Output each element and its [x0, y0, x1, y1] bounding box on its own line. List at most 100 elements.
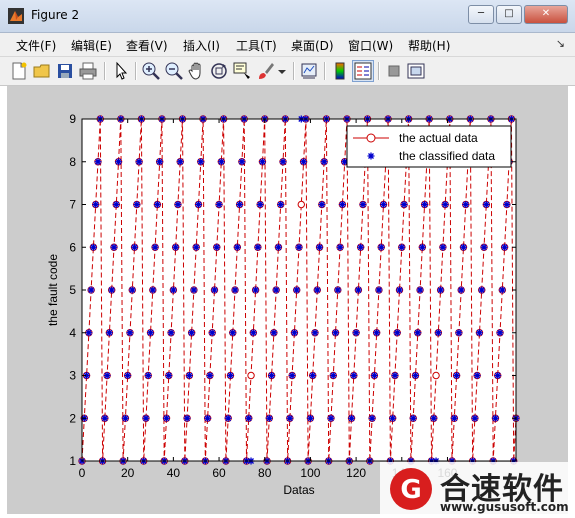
point-classified	[373, 329, 381, 337]
point-classified	[475, 329, 483, 337]
point-classified	[286, 414, 294, 422]
point-classified	[478, 286, 486, 294]
point-classified	[398, 243, 406, 251]
menu-desktop[interactable]: 桌面(D)	[291, 37, 334, 54]
point-classified	[192, 243, 200, 251]
matlab-icon	[8, 8, 24, 24]
point-classified	[457, 286, 465, 294]
point-classified	[183, 414, 191, 422]
point-classified	[105, 329, 113, 337]
point-classified	[336, 243, 344, 251]
point-classified	[450, 414, 458, 422]
save-icon[interactable]	[55, 61, 75, 81]
legend-icon[interactable]	[352, 60, 374, 82]
point-classified	[217, 158, 225, 166]
point-classified	[368, 414, 376, 422]
point-classified	[94, 158, 102, 166]
point-classified	[249, 329, 257, 337]
point-classified	[453, 372, 461, 379]
toolbar-separator	[135, 62, 137, 80]
show-plot-tools-icon[interactable]	[406, 61, 426, 81]
toolbar-separator	[293, 62, 295, 80]
maximize-button[interactable]: □	[496, 5, 522, 24]
point-classified	[293, 286, 301, 294]
rotate-3d-icon[interactable]	[209, 61, 229, 81]
point-classified	[135, 158, 143, 166]
point-classified	[377, 243, 385, 251]
zoom-in-icon[interactable]	[141, 61, 161, 81]
menu-file[interactable]: 文件(F)	[16, 37, 56, 54]
point-classified	[393, 329, 401, 337]
new-figure-icon[interactable]	[9, 61, 29, 81]
point-classified	[309, 372, 317, 379]
minimize-button[interactable]: ─	[468, 5, 494, 24]
point-classified	[480, 243, 488, 251]
x-axis-label: Datas	[283, 483, 314, 497]
menu-insert[interactable]: 插入(I)	[183, 37, 220, 54]
point-classified	[503, 201, 511, 208]
menu-window[interactable]: 窗口(W)	[348, 37, 393, 54]
point-classified	[357, 243, 365, 251]
figure-canvas: 020406080100120140160123456789Datasthe f…	[7, 86, 568, 514]
point-classified	[185, 372, 193, 379]
point-classified	[229, 329, 237, 337]
data-cursor-icon[interactable]	[232, 61, 252, 81]
point-classified	[197, 158, 205, 166]
point-classified	[430, 414, 438, 422]
menu-tools[interactable]: 工具(T)	[236, 37, 277, 54]
point-classified	[108, 286, 116, 294]
point-classified	[115, 158, 123, 166]
print-icon[interactable]	[78, 61, 98, 81]
point-classified	[348, 414, 356, 422]
point-classified	[210, 286, 218, 294]
point-classified	[306, 414, 314, 422]
point-classified	[204, 414, 212, 422]
pointer-icon[interactable]	[111, 61, 131, 81]
point-classified	[359, 201, 367, 208]
toolbar-separator	[324, 62, 326, 80]
y-axis-label: the fault code	[46, 254, 60, 326]
point-classified	[354, 286, 362, 294]
brush-dropdown-icon[interactable]	[278, 68, 286, 76]
undock-icon[interactable]: ↘	[556, 37, 565, 50]
point-classified	[224, 414, 232, 422]
hide-plot-tools-icon[interactable]	[384, 61, 404, 81]
x-tick-label: 20	[121, 466, 135, 480]
point-classified	[265, 414, 273, 422]
y-tick-label: 1	[69, 454, 76, 468]
pan-hand-icon[interactable]	[187, 61, 207, 81]
zoom-out-icon[interactable]	[164, 61, 184, 81]
point-classified	[226, 372, 234, 379]
link-plot-icon[interactable]	[299, 61, 319, 81]
brush-icon[interactable]	[256, 61, 276, 81]
point-classified	[245, 414, 253, 422]
point-classified	[295, 243, 303, 251]
point-classified	[163, 414, 171, 422]
point-classified	[288, 372, 296, 379]
point-classified	[482, 201, 490, 208]
menu-help[interactable]: 帮助(H)	[408, 37, 450, 54]
point-classified	[103, 372, 111, 379]
point-classified	[375, 286, 383, 294]
point-classified	[316, 243, 324, 251]
point-classified	[411, 372, 419, 379]
point-classified	[290, 329, 298, 337]
watermark: G 合速软件 www.gususoft.com	[380, 462, 575, 516]
point-classified	[252, 286, 260, 294]
menu-view[interactable]: 查看(V)	[126, 37, 168, 54]
point-classified	[400, 201, 408, 208]
open-folder-icon[interactable]	[32, 61, 52, 81]
menu-edit[interactable]: 编辑(E)	[71, 37, 112, 54]
point-classified	[190, 286, 198, 294]
colorbar-icon[interactable]	[330, 61, 350, 81]
point-classified	[334, 286, 342, 294]
point-classified	[124, 372, 132, 379]
toolbar-separator	[104, 62, 106, 80]
x-tick-label: 100	[300, 466, 320, 480]
close-button[interactable]: ✕	[524, 5, 568, 24]
y-tick-label: 2	[69, 411, 76, 425]
point-classified	[172, 243, 180, 251]
point-classified	[329, 372, 337, 379]
point-classified	[380, 201, 388, 208]
point-classified	[110, 243, 118, 251]
